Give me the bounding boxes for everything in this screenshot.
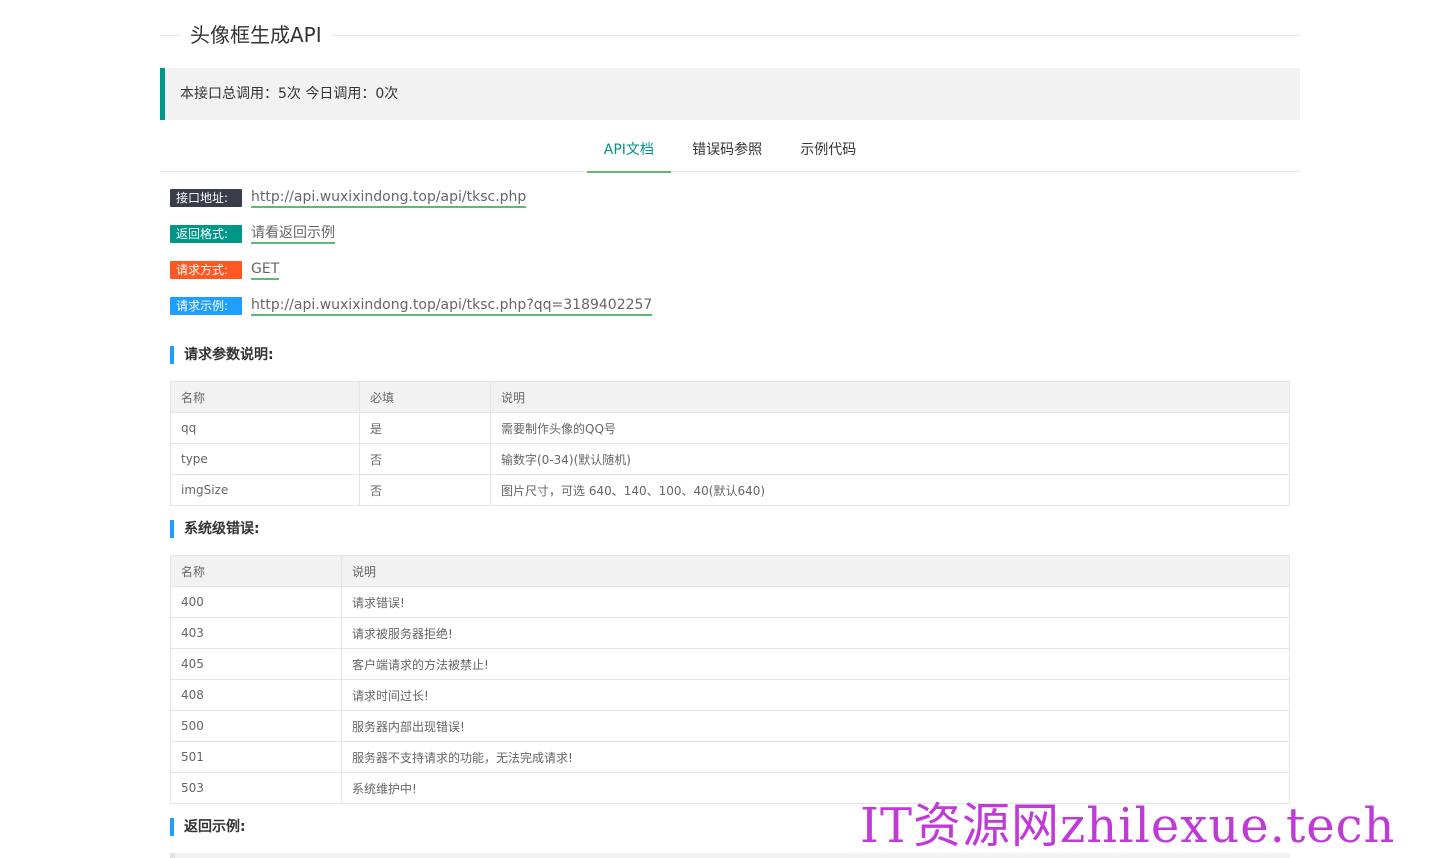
error-code: 500 — [170, 710, 342, 742]
method-link[interactable]: GET — [251, 261, 280, 280]
tab-error-codes[interactable]: 错误码参照 — [675, 130, 779, 172]
param-name: type — [170, 443, 360, 475]
errors-section-title: 系统级错误: — [170, 520, 1300, 538]
tab-example-code[interactable]: 示例代码 — [783, 130, 873, 172]
format-badge: 返回格式: — [170, 225, 242, 243]
error-code: 400 — [170, 586, 342, 618]
table-row: 500 服务器内部出现错误! — [170, 710, 1290, 742]
call-stats-box: 本接口总调用：5次 今日调用：0次 — [160, 68, 1300, 120]
table-row: 408 请求时间过长! — [170, 679, 1290, 711]
error-code: 501 — [170, 741, 342, 773]
params-table: 名称 必填 说明 qq 是 需要制作头像的QQ号 type 否 输数字(0-34… — [170, 381, 1290, 506]
api-doc-container: 头像框生成API 本接口总调用：5次 今日调用：0次 API文档 错误码参照 示… — [160, 0, 1300, 858]
param-required: 否 — [359, 443, 491, 475]
table-row: type 否 输数字(0-34)(默认随机) — [170, 443, 1290, 475]
error-code: 503 — [170, 772, 342, 804]
error-description: 请求错误! — [341, 586, 1290, 618]
param-required: 否 — [359, 474, 491, 506]
info-row-format: 返回格式: 请看返回示例 — [170, 216, 1300, 252]
table-row: 501 服务器不支持请求的功能，无法完成请求! — [170, 741, 1290, 773]
table-row: imgSize 否 图片尺寸，可选 640、140、100、40(默认640) — [170, 474, 1290, 506]
param-description: 需要制作头像的QQ号 — [490, 412, 1290, 444]
error-description: 请求被服务器拒绝! — [341, 617, 1290, 649]
info-row-example: 请求示例: http://api.wuxixindong.top/api/tks… — [170, 288, 1300, 324]
info-row-method: 请求方式: GET — [170, 252, 1300, 288]
param-name: qq — [170, 412, 360, 444]
doc-tabs: API文档 错误码参照 示例代码 — [160, 130, 1300, 173]
table-row: 400 请求错误! — [170, 586, 1290, 618]
error-code: 403 — [170, 617, 342, 649]
table-header-row: 名称 说明 — [170, 555, 1290, 587]
table-row: 403 请求被服务器拒绝! — [170, 617, 1290, 649]
error-description: 客户端请求的方法被禁止! — [341, 648, 1290, 680]
param-required: 是 — [359, 412, 491, 444]
error-code: 408 — [170, 679, 342, 711]
param-description: 图片尺寸，可选 640、140、100、40(默认640) — [490, 474, 1290, 506]
format-link[interactable]: 请看返回示例 — [251, 225, 335, 244]
error-code: 405 — [170, 648, 342, 680]
param-name: imgSize — [170, 474, 360, 506]
api-info-list: 接口地址: http://api.wuxixindong.top/api/tks… — [160, 180, 1300, 324]
method-badge: 请求方式: — [170, 261, 242, 279]
th-description: 说明 — [341, 555, 1290, 587]
params-section-title: 请求参数说明: — [170, 346, 1300, 364]
th-name: 名称 — [170, 555, 342, 587]
th-description: 说明 — [490, 381, 1290, 413]
example-badge: 请求示例: — [170, 297, 242, 315]
title-row: 头像框生成API — [160, 0, 1300, 70]
address-badge: 接口地址: — [170, 189, 242, 207]
error-description: 服务器不支持请求的功能，无法完成请求! — [341, 741, 1290, 773]
table-row: qq 是 需要制作头像的QQ号 — [170, 412, 1290, 444]
errors-table: 名称 说明 400 请求错误! 403 请求被服务器拒绝! 405 客户端请求的… — [170, 555, 1290, 804]
watermark-text: IT资源网zhilexue.tech — [860, 798, 1396, 854]
address-link[interactable]: http://api.wuxixindong.top/api/tksc.php — [251, 189, 527, 208]
param-description: 输数字(0-34)(默认随机) — [490, 443, 1290, 475]
table-header-row: 名称 必填 说明 — [170, 381, 1290, 413]
error-description: 服务器内部出现错误! — [341, 710, 1290, 742]
example-link[interactable]: http://api.wuxixindong.top/api/tksc.php?… — [251, 297, 653, 316]
page-title: 头像框生成API — [180, 20, 332, 50]
th-name: 名称 — [170, 381, 360, 413]
info-row-address: 接口地址: http://api.wuxixindong.top/api/tks… — [170, 180, 1300, 216]
tab-api-doc[interactable]: API文档 — [586, 130, 672, 173]
th-required: 必填 — [359, 381, 491, 413]
error-description: 请求时间过长! — [341, 679, 1290, 711]
table-row: 405 客户端请求的方法被禁止! — [170, 648, 1290, 680]
